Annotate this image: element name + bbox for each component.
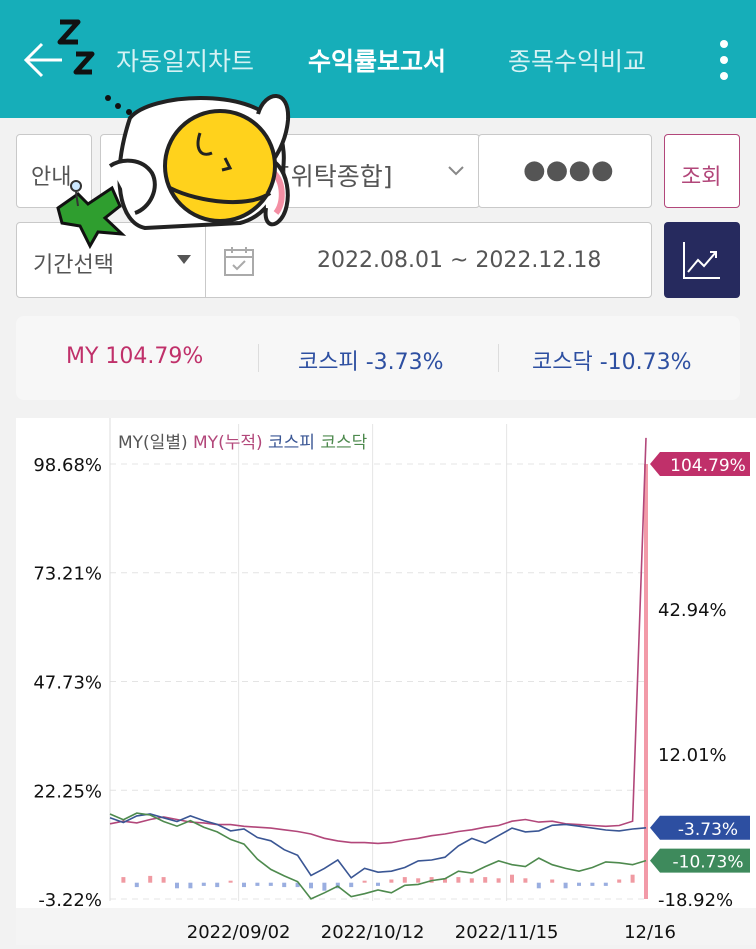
series-lines xyxy=(109,437,647,900)
daily-return-bar xyxy=(563,882,568,889)
divider xyxy=(258,344,259,372)
password-field[interactable]: ●●●● xyxy=(478,134,652,208)
daily-return-bar xyxy=(416,878,421,883)
legend-kospi: 코스피 xyxy=(268,433,315,453)
summary-kosdaq-label: 코스닥 xyxy=(532,350,593,375)
sleeping-mascot-sticker xyxy=(56,19,291,250)
daily-return-bar xyxy=(121,877,126,883)
legend-my-daily: MY(일별) xyxy=(118,433,188,453)
daily-return-bar xyxy=(536,882,541,889)
return-summary: MY 104.79% 코스피 -3.73% 코스닥 -10.73% xyxy=(16,316,740,400)
end-value-label: -10.73% xyxy=(673,853,744,873)
divider xyxy=(498,344,499,372)
summary-my-value: 104.79% xyxy=(105,344,204,369)
return-chart[interactable]: 98.68%73.21%47.73%22.25%-3.22%73.86%42.9… xyxy=(16,418,756,945)
daily-return-bar xyxy=(617,879,622,883)
summary-kosdaq: 코스닥 -10.73% xyxy=(532,344,692,376)
daily-return-bar xyxy=(188,882,193,889)
tab-stock-return-compare[interactable]: 종목수익비교 xyxy=(508,42,646,78)
summary-kosdaq-value: -10.73% xyxy=(599,350,692,375)
daily-return-bar xyxy=(550,879,555,883)
right-tick-label: -18.92% xyxy=(658,890,733,911)
daily-return-bar xyxy=(228,880,233,883)
daily-return-bar xyxy=(510,874,514,883)
right-tick-label: 42.94% xyxy=(658,600,727,621)
x-tick-label: 2022/10/12 xyxy=(321,922,425,943)
daily-return-bar xyxy=(456,877,461,883)
daily-return-bar xyxy=(376,882,380,886)
daily-return-bar xyxy=(483,877,488,883)
daily-return-bar xyxy=(175,882,179,889)
daily-return-bar xyxy=(402,877,407,883)
dropdown-triangle-icon xyxy=(177,255,191,264)
trend-chart-icon xyxy=(683,242,720,279)
x-tick-label: 12/16 xyxy=(624,922,676,943)
daily-return-bar xyxy=(215,882,220,888)
legend-kosdaq: 코스닥 xyxy=(320,433,368,453)
end-value-label: -3.73% xyxy=(678,820,738,840)
daily-return-bar xyxy=(161,877,166,883)
date-range[interactable]: 2022.08.01 ~ 2022.12.18 xyxy=(317,248,601,273)
summary-kospi: 코스피 -3.73% xyxy=(298,344,444,376)
x-tick-label: 2022/11/15 xyxy=(455,922,559,943)
daily-return-bar xyxy=(282,882,287,888)
daily-return-bar xyxy=(630,874,635,883)
daily-return-bar xyxy=(349,882,354,888)
password-mask: ●●●● xyxy=(523,155,614,185)
left-tick-label: 73.21% xyxy=(33,564,102,585)
summary-my: MY 104.79% xyxy=(66,344,203,369)
daily-return-bar xyxy=(268,882,273,886)
summary-my-label: MY xyxy=(66,344,99,369)
daily-return-bar xyxy=(644,464,648,899)
daily-return-bar xyxy=(496,878,501,883)
chart-legend: MY(일별) MY(누적) 코스피 코스닥 xyxy=(118,428,367,453)
daily-return-bar xyxy=(255,882,260,886)
left-tick-label: 47.73% xyxy=(33,673,102,694)
daily-return-bar xyxy=(242,882,246,888)
summary-kospi-value: -3.73% xyxy=(365,350,444,375)
right-tick-label: 12.01% xyxy=(658,745,727,766)
daily-return-bar xyxy=(362,880,367,883)
tab-return-report[interactable]: 수익률보고서 xyxy=(308,42,446,78)
daily-return-bar xyxy=(134,882,139,888)
daily-return-bar xyxy=(148,875,153,883)
search-button[interactable]: 조회 xyxy=(664,134,740,208)
daily-return-bar xyxy=(469,878,474,883)
summary-kospi-label: 코스피 xyxy=(298,350,359,375)
daily-return-bar xyxy=(603,882,608,886)
daily-return-bar xyxy=(590,882,595,886)
chevron-down-icon xyxy=(448,166,464,176)
search-button-label: 조회 xyxy=(681,165,722,190)
legend-my-cumulative: MY(누적) xyxy=(193,433,263,453)
left-tick-label: 22.25% xyxy=(33,781,102,802)
daily-return-bar xyxy=(577,882,581,886)
chart-svg: 98.68%73.21%47.73%22.25%-3.22%73.86%42.9… xyxy=(16,418,756,945)
daily-return-bar xyxy=(523,878,528,883)
chart-view-button[interactable] xyxy=(664,222,740,298)
left-tick-label: -3.22% xyxy=(38,890,102,911)
series-line xyxy=(109,437,647,845)
daily-return-bar xyxy=(389,879,394,883)
end-value-label: 104.79% xyxy=(670,456,746,476)
x-tick-label: 2022/09/02 xyxy=(187,922,291,943)
daily-return-bar xyxy=(201,882,206,886)
more-menu-icon[interactable] xyxy=(712,36,736,84)
daily-return-bar xyxy=(309,882,313,889)
daily-return-bar xyxy=(322,882,327,891)
left-tick-label: 98.68% xyxy=(33,455,102,476)
